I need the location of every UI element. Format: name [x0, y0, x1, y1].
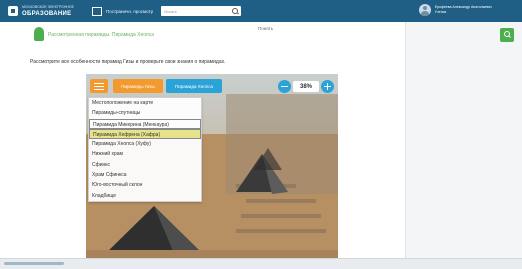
search-input[interactable]: Искать	[161, 6, 242, 16]
logo-caption: МОСКОВСКОЕ ЭЛЕКТРОННОЕ	[22, 5, 74, 9]
search-icon[interactable]	[232, 8, 239, 14]
horizontal-scrollbar[interactable]	[0, 258, 522, 269]
next-link[interactable]: Понять	[258, 26, 273, 31]
side-panel	[405, 22, 522, 258]
side-search-icon[interactable]	[500, 28, 514, 42]
list-item[interactable]: Нижний храм	[89, 149, 201, 159]
list-item[interactable]: Местоположение на карте	[89, 98, 201, 108]
list-item[interactable]: Юго-восточный склон	[89, 180, 201, 190]
tab-giza-pyramids[interactable]: Пирамиды Гизы	[113, 79, 163, 93]
zoom-level: 38%	[293, 81, 319, 92]
user-role: Ученик	[434, 10, 447, 14]
list-item[interactable]: Пирамида Хеопса (Хуфу)	[89, 139, 201, 149]
topic-icon	[34, 27, 44, 41]
list-item[interactable]: Храм Сфинкса	[89, 170, 201, 180]
landmarks-dropdown[interactable]: Местоположение на карте Пирамиды-спутниц…	[88, 97, 202, 202]
logo[interactable]: МОСКОВСКОЕ ЭЛЕКТРОННОЕ ОБРАЗОВАНИЕ	[8, 4, 74, 18]
list-item[interactable]: Сфинкс	[89, 160, 201, 170]
zoom-in-icon[interactable]	[321, 80, 334, 93]
list-item-selected[interactable]: Пирамида Хефрена (Хафра)	[89, 128, 201, 140]
top-navigation-bar: МОСКОВСКОЕ ЭЛЕКТРОННОЕ ОБРАЗОВАНИЕ Постр…	[0, 0, 522, 22]
user-menu[interactable]: Ерофеева Александр Анатольевич Ученик	[418, 4, 492, 16]
list-item[interactable]: Кладбище	[89, 191, 201, 201]
list-item[interactable]: Пирамиды-спутницы	[89, 108, 201, 118]
zoom-out-icon[interactable]	[278, 80, 291, 93]
logo-icon	[8, 6, 18, 16]
instruction-text: Рассмотрите все особенности пирамид Гизы…	[30, 59, 226, 65]
scrollbar-thumb[interactable]	[4, 262, 64, 265]
menu-button[interactable]	[90, 79, 108, 93]
logo-title: ОБРАЗОВАНИЕ	[22, 11, 72, 17]
tab-kheops-pyramid[interactable]: Пирамида Хеопса	[166, 79, 222, 93]
topic-title[interactable]: Рассмотренная пирамиды. Пирамида Хеопса	[48, 32, 154, 38]
layout-toggle[interactable]: Постраничн. просмотр	[91, 6, 154, 16]
menu-icon	[94, 83, 104, 84]
layout-icon	[91, 6, 102, 16]
layout-toggle-label: Постраничн. просмотр	[105, 8, 154, 14]
search-placeholder: Искать	[164, 8, 177, 14]
list-item[interactable]: Пирамида Микерина (Менкаура)	[89, 118, 201, 129]
avatar[interactable]	[418, 4, 431, 16]
